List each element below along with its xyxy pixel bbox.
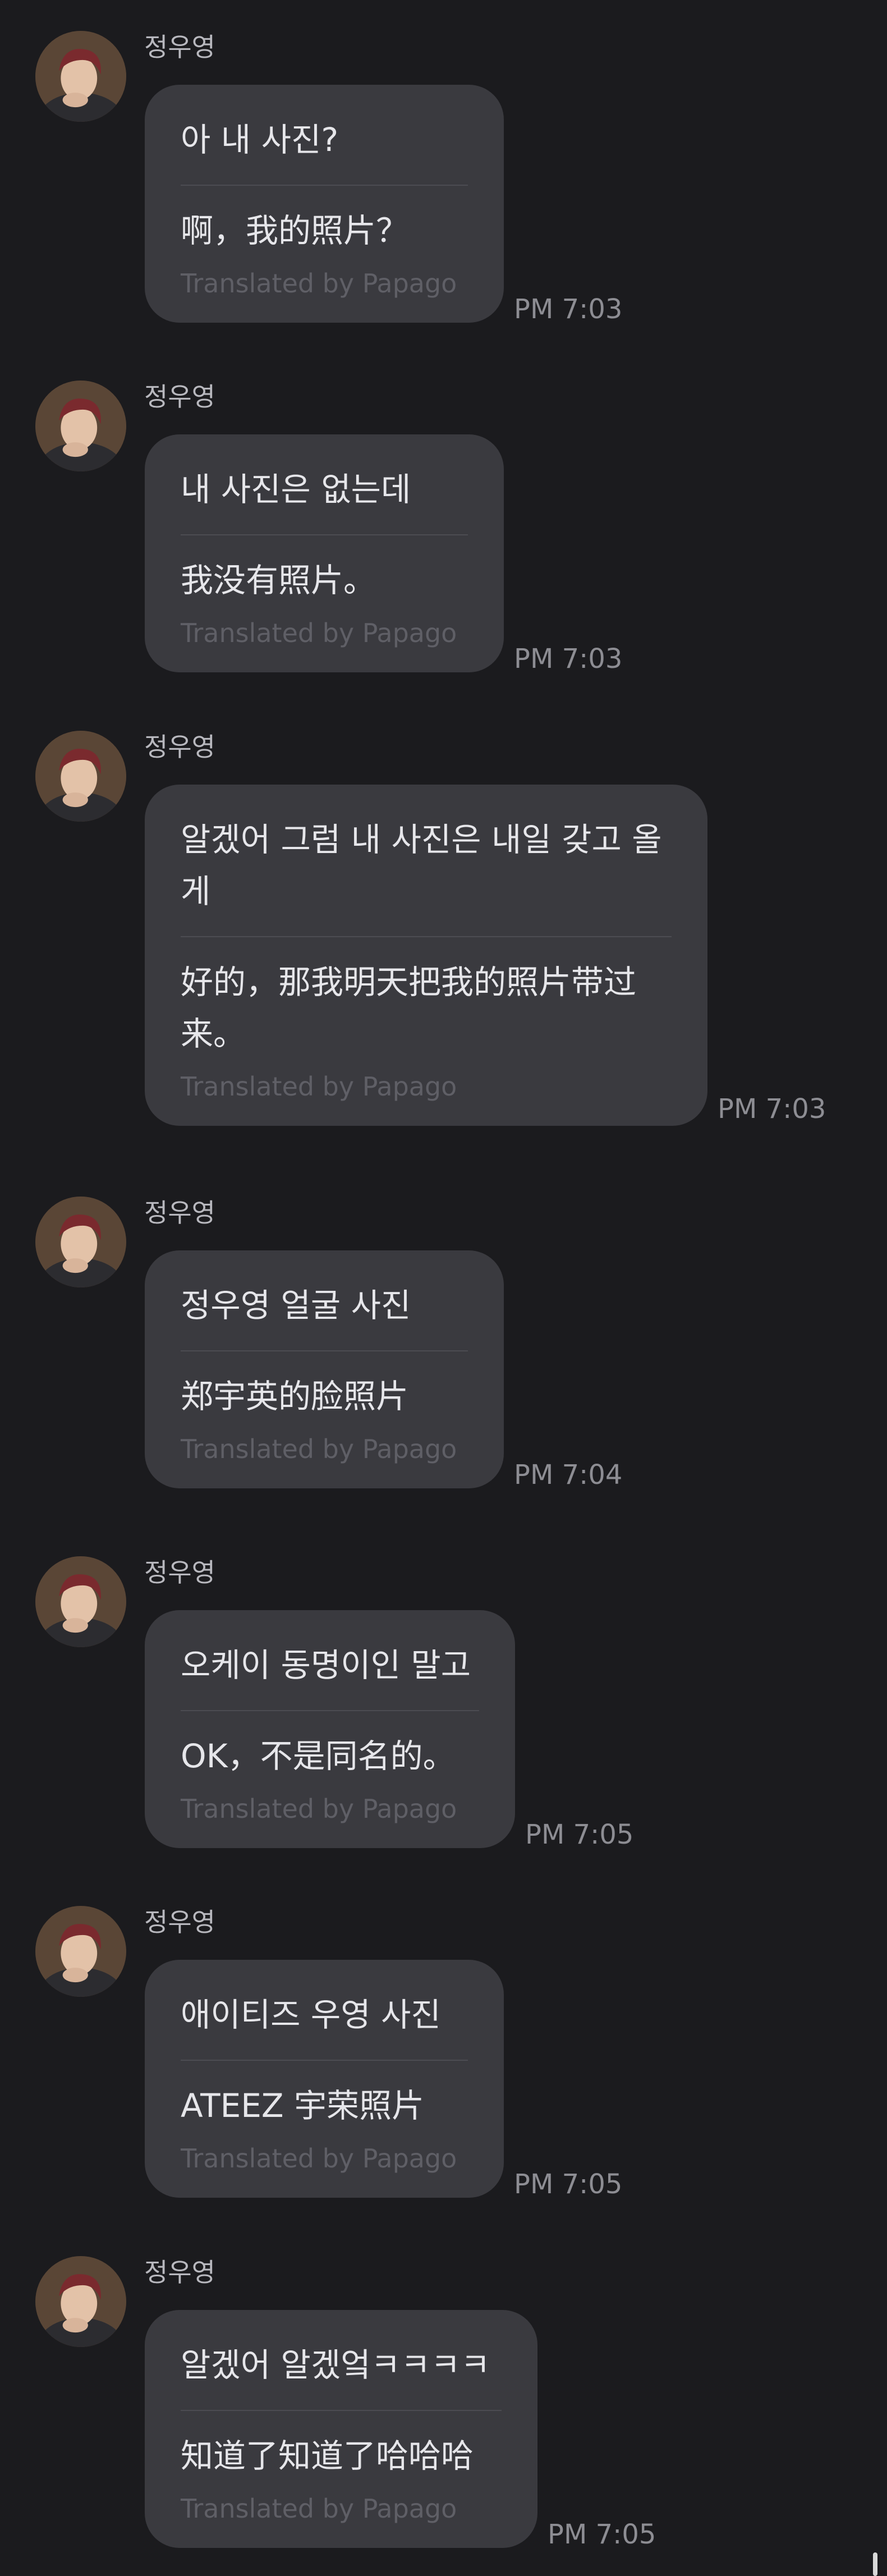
translation-divider xyxy=(181,2060,468,2061)
message-bubble[interactable]: 오케이 동명이인 말고 OK，不是同名的。 Translated by Papa… xyxy=(145,1610,515,1848)
message-bubble[interactable]: 알겠어 알겠엌ㅋㅋㅋㅋ 知道了知道了哈哈哈 Translated by Papa… xyxy=(145,2310,537,2548)
translated-text: ATEEZ 宇荣照片 xyxy=(181,2087,425,2125)
translation-credit: Translated by Papago xyxy=(181,618,457,648)
translation-divider xyxy=(181,1350,468,1351)
translation-credit: Translated by Papago xyxy=(181,1794,457,1824)
sender-name: 정우영 xyxy=(144,32,215,62)
sender-name: 정우영 xyxy=(144,1198,215,1228)
user-avatar-photo-icon xyxy=(35,1556,126,1647)
user-avatar-photo-icon xyxy=(35,1906,126,1997)
translation-credit: Translated by Papago xyxy=(181,2143,457,2174)
user-avatar-photo-icon xyxy=(35,381,126,471)
message-timestamp: PM 7:05 xyxy=(525,1819,634,1850)
message-bubble[interactable]: 내 사진은 없는데 我没有照片。 Translated by Papago xyxy=(145,434,504,672)
sender-name: 정우영 xyxy=(144,2257,215,2288)
translation-credit: Translated by Papago xyxy=(181,1434,457,1464)
translation-divider xyxy=(181,534,468,535)
translated-text: 郑宇英的脸照片 xyxy=(181,1377,409,1415)
sender-avatar[interactable] xyxy=(35,1906,126,1997)
sender-avatar[interactable] xyxy=(35,1556,126,1647)
sender-avatar[interactable] xyxy=(35,1197,126,1287)
original-text: 정우영 얼굴 사진 xyxy=(181,1286,411,1324)
message-bubble[interactable]: 아 내 사진? 啊，我的照片？ Translated by Papago xyxy=(145,85,504,323)
translation-credit: Translated by Papago xyxy=(181,1071,457,1102)
translated-text: OK，不是同名的。 xyxy=(181,1737,456,1775)
translation-divider xyxy=(181,185,468,186)
translated-text: 我没有照片。 xyxy=(181,561,376,599)
user-avatar-photo-icon xyxy=(35,1197,126,1287)
translated-text: 知道了知道了哈哈哈 xyxy=(181,2437,474,2475)
message-bubble[interactable]: 애이티즈 우영 사진 ATEEZ 宇荣照片 Translated by Papa… xyxy=(145,1960,504,2198)
original-text: 내 사진은 없는데 xyxy=(181,470,411,508)
message-timestamp: PM 7:05 xyxy=(514,2169,623,2200)
sender-avatar[interactable] xyxy=(35,2256,126,2347)
original-text: 오케이 동명이인 말고 xyxy=(181,1646,471,1684)
message-bubble[interactable]: 알겠어 그럼 내 사진은 내일 갖고 올게 好的，那我明天把我的照片带过来。 T… xyxy=(145,785,707,1126)
message-bubble[interactable]: 정우영 얼굴 사진 郑宇英的脸照片 Translated by Papago xyxy=(145,1250,504,1488)
message-timestamp: PM 7:05 xyxy=(548,2519,656,2550)
message-timestamp: PM 7:03 xyxy=(514,294,623,325)
sender-name: 정우영 xyxy=(144,1557,215,1588)
sender-name: 정우영 xyxy=(144,382,215,412)
user-avatar-photo-icon xyxy=(35,2256,126,2347)
message-timestamp: PM 7:03 xyxy=(514,643,623,675)
user-avatar-photo-icon xyxy=(35,731,126,822)
translation-divider xyxy=(181,2410,502,2411)
original-text: 알겠어 그럼 내 사진은 내일 갖고 올게 xyxy=(181,821,662,910)
message-timestamp: PM 7:03 xyxy=(718,1093,826,1125)
translation-credit: Translated by Papago xyxy=(181,268,457,299)
user-avatar-photo-icon xyxy=(35,31,126,122)
sender-avatar[interactable] xyxy=(35,731,126,822)
scroll-indicator[interactable] xyxy=(873,2552,877,2576)
sender-avatar[interactable] xyxy=(35,31,126,122)
translation-credit: Translated by Papago xyxy=(181,2494,457,2524)
sender-name: 정우영 xyxy=(144,732,215,762)
translated-text: 好的，那我明天把我的照片带过来。 xyxy=(181,963,637,1053)
translation-divider xyxy=(181,936,672,937)
translated-text: 啊，我的照片？ xyxy=(181,212,409,250)
original-text: 애이티즈 우영 사진 xyxy=(181,1996,441,2034)
sender-name: 정우영 xyxy=(144,1907,215,1937)
message-timestamp: PM 7:04 xyxy=(514,1459,623,1491)
sender-avatar[interactable] xyxy=(35,381,126,471)
original-text: 아 내 사진? xyxy=(181,121,339,159)
translation-divider xyxy=(181,1710,479,1711)
original-text: 알겠어 알겠엌ㅋㅋㅋㅋ xyxy=(181,2346,491,2384)
